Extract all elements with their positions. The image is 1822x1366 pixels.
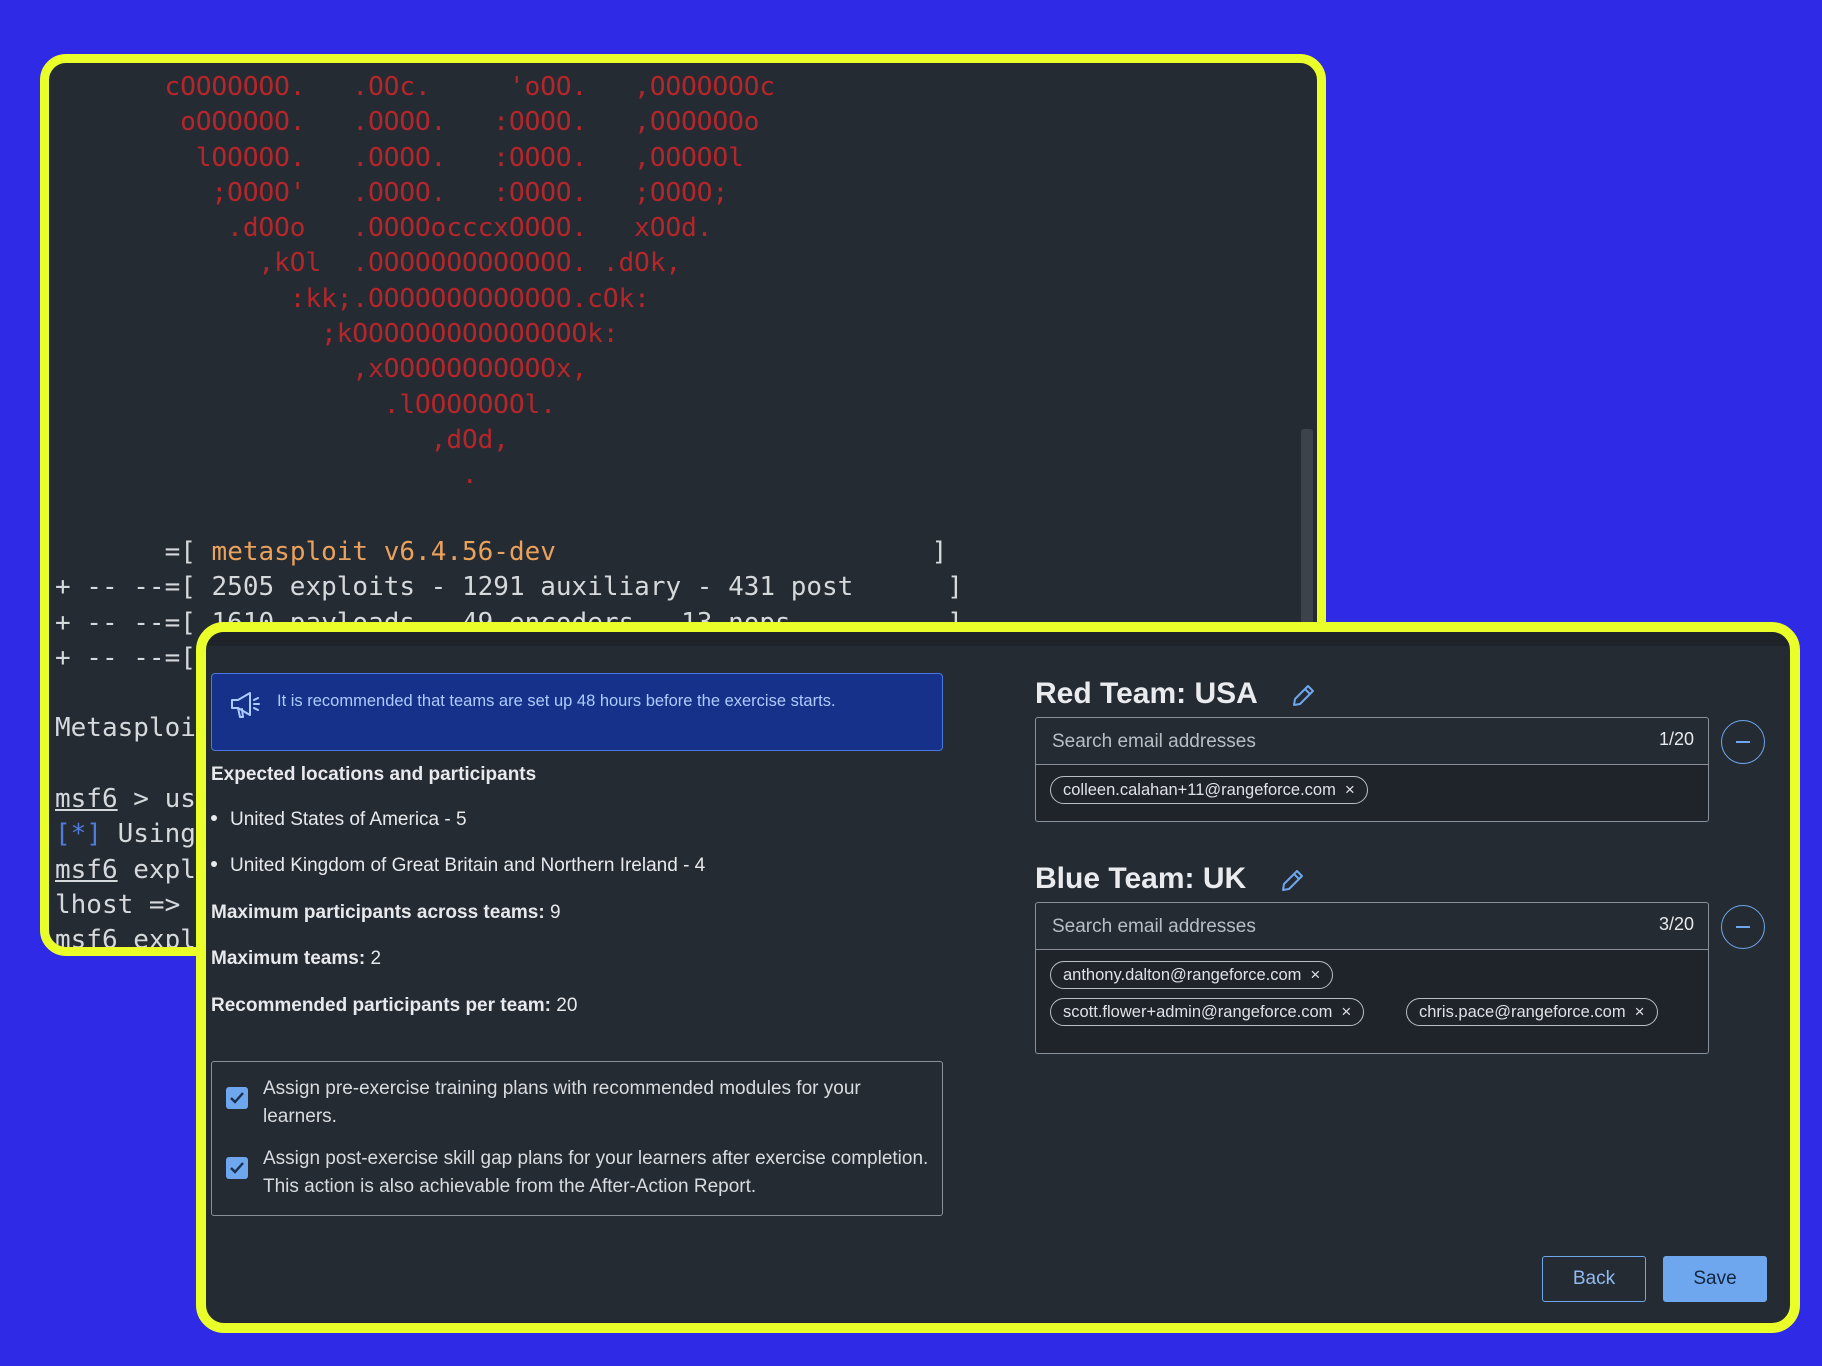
blue-team-count: 3/20 (1658, 914, 1694, 934)
pre-exercise-option[interactable]: Assign pre-exercise training plans with … (226, 1075, 930, 1131)
banner-version: metasploit v6.4.56-dev (211, 537, 556, 567)
art-line: .lOOOOOOOl. (55, 389, 556, 420)
art-line: cOOOOOOO. .OOc. 'oOO. ,OOOOOOOc (55, 72, 776, 102)
stat-value: 20 (550, 995, 578, 1016)
email-chip: scott.flower+admin@rangeforce.com × (1050, 998, 1365, 1026)
post-exercise-checkbox[interactable] (226, 1157, 248, 1179)
max-participants: Maximum participants across teams: 9 (211, 902, 561, 924)
email-chip-text: chris.pace@rangeforce.com (1419, 1003, 1626, 1021)
art-line: ;kOOOOOOOOOOOOOOOk: (55, 319, 619, 350)
prompt-user: msf6 (55, 925, 118, 956)
metasploit-tip-line: Metasploit (55, 713, 212, 744)
remove-chip-icon[interactable]: × (1310, 965, 1320, 984)
prompt-user: msf6 (55, 854, 118, 885)
email-chip: colleen.calahan+11@rangeforce.com × (1050, 776, 1368, 804)
art-line: ,dOd, (55, 424, 509, 455)
red-team-title: Red Team: USA (1035, 677, 1258, 710)
blue-team-members: anthony.dalton@rangeforce.com × scott.flo… (1035, 950, 1709, 1054)
art-line: oOOOOOO. .OOOO. :OOOO. ,OOOOOOo (55, 107, 760, 138)
info-text: Using (101, 819, 196, 850)
art-line: ;OOOO' .OOOO. :OOOO. ;OOOO; (55, 177, 729, 208)
remove-red-team-button[interactable] (1721, 720, 1765, 764)
edit-pencil-icon[interactable] (1289, 682, 1317, 710)
edit-pencil-icon[interactable] (1278, 867, 1306, 895)
ascii-art: cOOOOOOO. .OOc. 'oOO. ,OOOOOOOc oOOOOOO.… (55, 70, 776, 494)
red-team-search-input[interactable] (1050, 726, 1574, 758)
blue-team-search: 3/20 (1035, 902, 1709, 950)
location-text: United States of America - 5 (230, 809, 467, 830)
location-text: United Kingdom of Great Britain and Nort… (230, 855, 706, 876)
stat-label: Maximum participants across teams: (211, 902, 545, 923)
art-line: .dOOo .OOOOocccxOOOO. xOOd. (55, 213, 713, 244)
email-chip: chris.pace@rangeforce.com × (1406, 998, 1658, 1026)
art-line: :kk;.OOOOOOOOOOOOO.cOk: (55, 283, 650, 314)
red-team-members: colleen.calahan+11@rangeforce.com × (1035, 765, 1709, 822)
post-exercise-option[interactable]: Assign post-exercise skill gap plans for… (226, 1145, 930, 1201)
lhost-line: lhost => (55, 889, 196, 920)
banner-prefix: =[ (55, 537, 212, 567)
max-teams: Maximum teams: 2 (211, 948, 381, 970)
email-chip: anthony.dalton@rangeforce.com × (1050, 961, 1334, 989)
back-button[interactable]: Back (1542, 1256, 1646, 1302)
art-line: . (55, 460, 478, 491)
pre-exercise-label: Assign pre-exercise training plans with … (263, 1078, 861, 1127)
stat-value: 9 (544, 902, 561, 923)
stat-label: Maximum teams: (211, 948, 366, 969)
banner-suffix: ] (555, 537, 948, 567)
art-line: ,xOOOOOOOOOOOx, (55, 354, 588, 385)
bullet-icon (211, 860, 217, 867)
email-chip-text: scott.flower+admin@rangeforce.com (1063, 1003, 1333, 1021)
panel-top-strip (206, 632, 1790, 646)
blue-team-title: Blue Team: UK (1035, 862, 1247, 895)
recommendation-notice: It is recommended that teams are set up … (211, 673, 943, 751)
art-line: lOOOOO. .OOOO. :OOOO. ,OOOOOl (55, 142, 744, 173)
bullet-icon (211, 814, 217, 821)
red-team-count: 1/20 (1658, 729, 1694, 749)
remove-chip-icon[interactable]: × (1635, 1002, 1645, 1021)
info-tag: [*] (55, 819, 102, 850)
post-exercise-label: Assign post-exercise skill gap plans for… (263, 1148, 929, 1197)
section-heading: Expected locations and participants (211, 764, 537, 785)
stat-value: 2 (365, 948, 382, 969)
email-chip-text: colleen.calahan+11@rangeforce.com (1063, 781, 1336, 799)
notice-text: It is recommended that teams are set up … (277, 692, 836, 710)
recommended-participants: Recommended participants per team: 20 (211, 995, 577, 1017)
blue-team-search-input[interactable] (1050, 911, 1574, 943)
pre-exercise-checkbox[interactable] (226, 1087, 248, 1109)
location-item: United States of America - 5 (211, 809, 467, 831)
save-button[interactable]: Save (1663, 1256, 1767, 1302)
remove-blue-team-button[interactable] (1721, 905, 1765, 949)
email-chip-text: anthony.dalton@rangeforce.com (1063, 966, 1302, 984)
banner-line-exploits: + -- --=[ 2505 exploits - 1291 auxiliary… (55, 572, 963, 603)
art-line: ,kOl .OOOOOOOOOOOOO. .dOk, (55, 248, 682, 279)
training-options: Assign pre-exercise training plans with … (211, 1061, 943, 1216)
red-team-search: 1/20 (1035, 717, 1709, 765)
remove-chip-icon[interactable]: × (1341, 1002, 1351, 1021)
prompt-user: msf6 (55, 784, 118, 815)
remove-chip-icon[interactable]: × (1345, 780, 1355, 799)
stat-label: Recommended participants per team: (211, 995, 551, 1016)
location-item: United Kingdom of Great Britain and Nort… (211, 855, 705, 877)
banner-line-partial: + -- --=[ (55, 642, 196, 673)
megaphone-icon (228, 688, 262, 722)
team-setup-panel: It is recommended that teams are set up … (196, 622, 1800, 1333)
